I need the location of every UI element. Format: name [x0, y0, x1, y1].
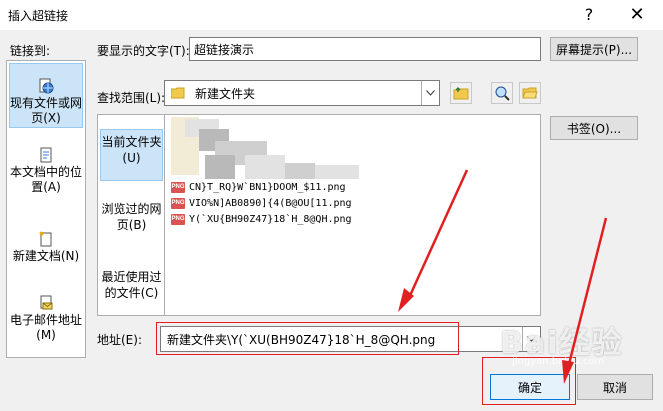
png-file-icon: PNG [171, 197, 185, 209]
blurred-region [315, 165, 359, 179]
display-text-input[interactable]: 超链接演示 [189, 37, 541, 61]
look-in-dropdown-arrow[interactable] [421, 81, 439, 105]
address-label: 地址(E): [97, 333, 142, 347]
watermark-url: jingyan.baidu.com [512, 356, 605, 367]
link-to-panel: 现有文件或网页(X) 本文档中的位置(A) 新建文档(N) 电子邮件地址(M) [6, 60, 86, 358]
link-to-existing-file[interactable]: 现有文件或网页(X) [9, 63, 83, 128]
folder-icon [171, 87, 185, 99]
screentip-button[interactable]: 屏幕提示(P)... [550, 37, 638, 61]
tab-recent-files[interactable]: 最近使用过的文件(C) [100, 269, 163, 309]
link-to-existing-file-label: 现有文件或网页(X) [10, 96, 83, 125]
link-to-email-address-label: 电子邮件地址(M) [9, 313, 82, 342]
email-address-icon [40, 295, 53, 310]
file-row[interactable]: PNG CN}T_RQ}W`BN1}DOOM_$11.png [171, 179, 346, 195]
window-title: 插入超链接 [8, 9, 69, 23]
tab-current-folder[interactable]: 当前文件夹(U) [100, 129, 163, 181]
display-text-label: 要显示的文字(T): [97, 44, 190, 58]
link-to-new-document[interactable]: 新建文档(N) [9, 231, 83, 275]
blurred-region [205, 155, 235, 179]
link-to-email-address[interactable]: 电子邮件地址(M) [9, 295, 83, 353]
look-in-combo[interactable]: 新建文件夹 [164, 80, 440, 106]
look-in-label: 查找范围(L): [97, 91, 166, 105]
display-text-value: 超链接演示 [194, 42, 255, 57]
file-list[interactable]: PNG CN}T_RQ}W`BN1}DOOM_$11.png PNG VIO%N… [164, 114, 541, 316]
file-row[interactable]: PNG VIO%N]AB0890]{4(B@OU[11.png [171, 195, 352, 211]
new-document-icon [39, 231, 52, 247]
link-to-place-in-document[interactable]: 本文档中的位置(A) [9, 147, 83, 207]
look-in-value: 新建文件夹 [195, 86, 256, 101]
place-in-document-icon [40, 147, 52, 163]
browse-web-button[interactable] [491, 82, 513, 104]
png-file-icon: PNG [171, 213, 185, 225]
blurred-region [245, 155, 285, 179]
link-to-place-in-document-label: 本文档中的位置(A) [9, 165, 82, 194]
annotation-highlight-address [156, 322, 459, 355]
chevron-down-icon [426, 90, 435, 96]
file-name: VIO%N]AB0890]{4(B@OU[11.png [189, 197, 352, 209]
tab-browsed-pages[interactable]: 浏览过的网页(B) [100, 201, 163, 241]
png-file-icon: PNG [171, 181, 185, 193]
up-folder-icon [453, 87, 469, 100]
cancel-button[interactable]: 取消 [577, 374, 653, 400]
file-row[interactable]: PNG Y(`XU{BH90Z47}18`H_8@QH.png [171, 211, 352, 227]
link-to-label: 链接到: [10, 44, 51, 58]
file-name: Y(`XU{BH90Z47}18`H_8@QH.png [189, 213, 352, 225]
existing-file-globe-icon [39, 78, 54, 94]
up-folder-button[interactable] [450, 82, 472, 104]
link-to-new-document-label: 新建文档(N) [12, 249, 80, 263]
bookmark-button[interactable]: 书签(O)... [550, 116, 638, 140]
browse-file-button[interactable] [519, 82, 541, 104]
file-source-tabs: 当前文件夹(U) 浏览过的网页(B) 最近使用过的文件(C) [97, 114, 165, 316]
file-name: CN}T_RQ}W`BN1}DOOM_$11.png [189, 181, 346, 193]
browse-web-icon [495, 86, 510, 101]
close-button[interactable]: ✕ [622, 2, 652, 28]
title-bar [0, 0, 663, 30]
blurred-region [285, 163, 315, 179]
open-folder-icon [522, 87, 538, 99]
help-button[interactable]: ? [578, 4, 600, 26]
